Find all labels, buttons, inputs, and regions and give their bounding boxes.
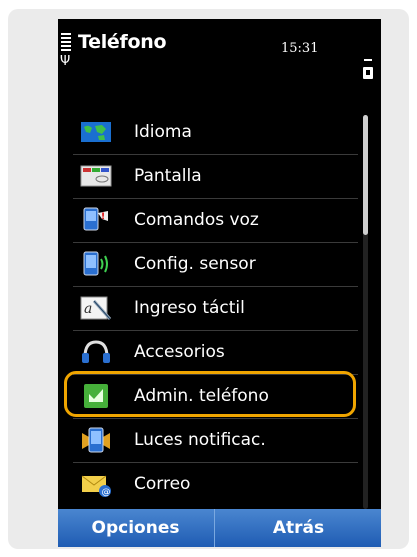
list-item-luces-notificac[interactable]: Luces notificac. [58, 419, 358, 463]
notification-lights-icon [82, 427, 110, 453]
list-item-label: Ingreso táctil [134, 298, 245, 318]
list-item-label: Accesorios [134, 342, 225, 362]
list-item-label: Pantalla [134, 166, 202, 186]
list-item-label: Idioma [134, 122, 192, 142]
mail-icon: @ [81, 475, 111, 498]
options-button[interactable]: Opciones [58, 509, 213, 547]
list-item-label: Config. sensor [134, 254, 256, 274]
settings-list: Idioma Pantalla ! Comandos voz Config. s… [58, 111, 358, 507]
list-item-accesorios[interactable]: Accesorios [58, 331, 358, 375]
scrollbar-thumb[interactable] [363, 115, 368, 235]
list-item-idioma[interactable]: Idioma [58, 111, 358, 155]
list-item-ingreso-tactil[interactable]: a Ingreso táctil [58, 287, 358, 331]
sensor-icon [83, 251, 108, 276]
list-item-comandos-voz[interactable]: ! Comandos voz [58, 199, 358, 243]
scrollbar[interactable] [363, 115, 368, 509]
svg-text:!: ! [101, 212, 105, 222]
phone-screen: Ψ Teléfono 15:31 Idioma Pantalla ! Coman… [58, 19, 381, 547]
signal-strength-icon [61, 33, 71, 53]
list-item-config-sensor[interactable]: Config. sensor [58, 243, 358, 287]
svg-text:@: @ [102, 488, 111, 498]
back-button[interactable]: Atrás [214, 509, 381, 547]
antenna-icon: Ψ [60, 54, 71, 69]
svg-text:a: a [84, 301, 92, 317]
globe-map-icon [81, 122, 111, 142]
voice-command-icon: ! [83, 207, 108, 231]
battery-level-icon [364, 59, 372, 61]
list-item-label: Correo [134, 474, 191, 494]
list-item-label: Luces notificac. [134, 430, 266, 450]
softkey-bar: Opciones Atrás [58, 509, 381, 547]
list-item-label: Comandos voz [134, 210, 259, 230]
battery-icon [363, 67, 373, 79]
list-item-correo[interactable]: @ Correo [58, 463, 358, 507]
clock: 15:31 [281, 41, 319, 56]
page-title: Teléfono [78, 31, 167, 53]
headphones-icon [82, 340, 110, 363]
display-icon [80, 165, 112, 187]
status-bar: Ψ Teléfono 15:31 [58, 19, 381, 109]
list-item-pantalla[interactable]: Pantalla [58, 155, 358, 199]
touch-input-icon: a [80, 296, 112, 320]
selection-highlight [64, 371, 356, 417]
